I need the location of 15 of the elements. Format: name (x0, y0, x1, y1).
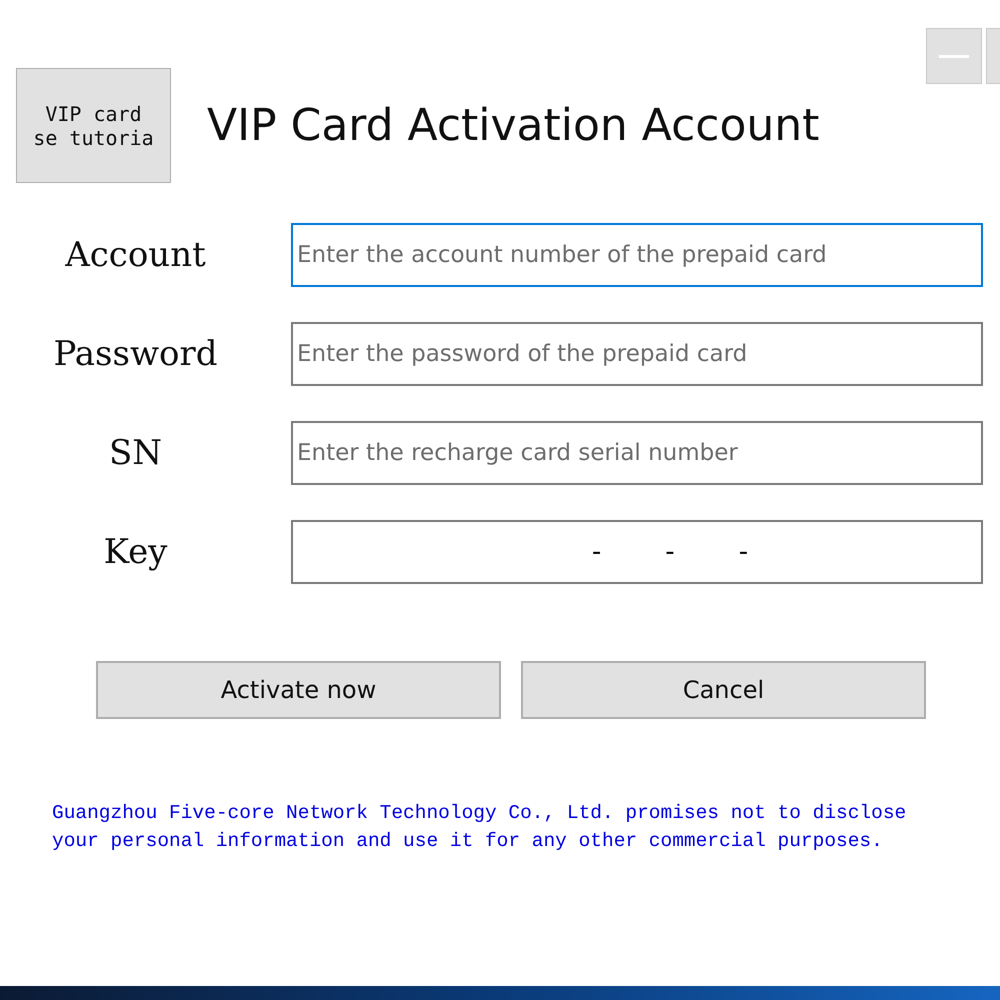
input-field[interactable]: Enter the recharge card serial number (291, 421, 983, 485)
input-field[interactable]: - - - (291, 520, 983, 584)
window-button[interactable] (986, 28, 1000, 84)
privacy-notice: Guangzhou Five-core Network Technology Co., Ltd. promises not to disclose your personal information and use it for any other commercial purposes. (52, 801, 908, 854)
action-button[interactable]: Activate now (96, 661, 501, 719)
minimize-button[interactable] (926, 28, 982, 84)
field-label: Account (65, 235, 206, 275)
field-label: SN (108, 433, 162, 473)
field-label: Password (53, 334, 218, 374)
input-field[interactable]: Enter the password of the prepaid card (291, 322, 983, 386)
action-button[interactable]: Cancel (521, 661, 926, 719)
window-title: VIP Card Activation Account (207, 100, 820, 151)
input-field[interactable]: Enter the account number of the prepaid card (291, 223, 983, 287)
tutorial-button[interactable]: VIP card se tutoria (16, 68, 171, 183)
field-label: Key (104, 532, 168, 572)
